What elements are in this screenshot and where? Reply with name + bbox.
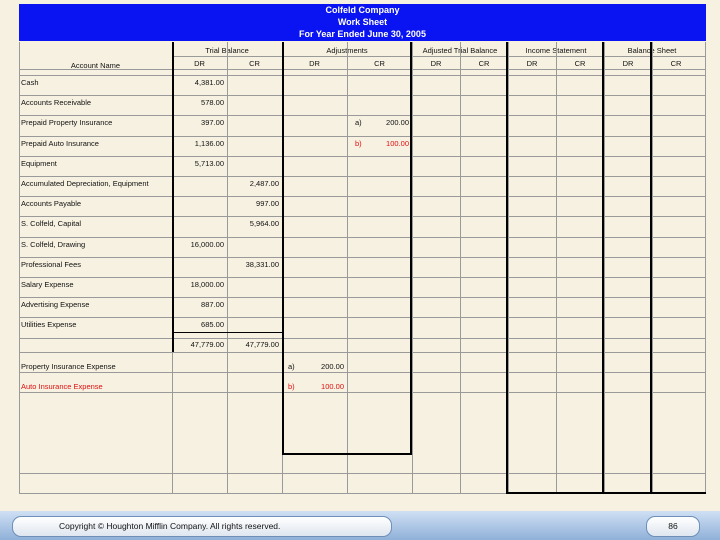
worksheet-grid: Account Name Trial Balance Adjustments A… xyxy=(19,42,706,494)
worksheet-period: For Year Ended June 30, 2005 xyxy=(299,29,426,39)
account-name: S. Colfeld, Drawing xyxy=(21,240,86,249)
adj-cr-label: b) xyxy=(355,139,362,148)
copyright-bar: Copyright © Houghton Mifflin Company. Al… xyxy=(12,516,392,537)
tb-cr-value: 5,964.00 xyxy=(249,219,279,228)
tb-dr-value: 16,000.00 xyxy=(190,240,224,249)
atb-dr-heading: DR xyxy=(430,59,442,68)
adj-entry-name-2: Auto Insurance Expense xyxy=(21,382,103,391)
adj-cr-heading: CR xyxy=(374,59,385,68)
bs-cr-heading: CR xyxy=(670,59,682,68)
tb-dr-value: 4,381.00 xyxy=(194,78,224,87)
column-line xyxy=(556,42,557,494)
adj-entry-dr-2: 100.00 xyxy=(321,382,344,391)
tb-dr-value: 5,713.00 xyxy=(194,159,224,168)
tb-dr-value: 887.00 xyxy=(201,300,224,309)
adj-cr-value: 100.00 xyxy=(386,139,409,148)
thick-rule xyxy=(282,453,412,455)
adj-dr-heading: DR xyxy=(309,59,320,68)
tb-dr-value: 578.00 xyxy=(201,98,224,107)
worksheet-title: Work Sheet xyxy=(337,17,388,27)
account-name: Salary Expense xyxy=(21,280,74,289)
adj-entry-dr-1: 200.00 xyxy=(321,362,344,371)
account-name: Cash xyxy=(21,78,39,87)
page-number: 86 xyxy=(646,516,700,537)
company-name: Colfeld Company xyxy=(325,5,400,15)
atb-cr-heading: CR xyxy=(478,59,490,68)
account-name: Advertising Expense xyxy=(21,300,90,309)
tb-dr-value: 685.00 xyxy=(201,320,224,329)
tb-cr-value: 2,487.00 xyxy=(249,179,279,188)
tb-dr-value: 397.00 xyxy=(201,118,224,127)
thick-rule xyxy=(508,492,706,494)
column-line xyxy=(508,42,509,494)
thick-rule xyxy=(602,42,604,494)
account-name: Prepaid Property Insurance xyxy=(21,118,113,127)
thick-rule xyxy=(650,42,652,494)
tb-dr-value: 1,136.00 xyxy=(194,139,224,148)
column-line xyxy=(705,42,706,494)
account-name: Accumulated Depreciation, Equipment xyxy=(21,179,149,188)
tb-cr-value: 997.00 xyxy=(256,199,279,208)
tb-cr-heading: CR xyxy=(249,59,260,68)
account-name: Accounts Receivable xyxy=(21,98,92,107)
tb-cr-value: 38,331.00 xyxy=(245,260,279,269)
account-name: Professional Fees xyxy=(21,260,82,269)
column-line xyxy=(460,42,461,494)
account-name: Accounts Payable xyxy=(21,199,82,208)
row-line xyxy=(172,56,706,57)
is-dr-heading: DR xyxy=(526,59,538,68)
column-line xyxy=(412,42,413,494)
thick-rule xyxy=(506,42,508,494)
tb-total-cr: 47,779.00 xyxy=(245,340,279,349)
adj-entry-name-1: Property Insurance Expense xyxy=(21,362,116,371)
account-name: S. Colfeld, Capital xyxy=(21,219,82,228)
column-line xyxy=(604,42,605,494)
account-name: Equipment xyxy=(21,159,57,168)
account-name: Utilities Expense xyxy=(21,320,77,329)
adj-cr-label: a) xyxy=(355,118,362,127)
column-line xyxy=(19,42,20,494)
adj-entry-label-1: a) xyxy=(288,362,295,371)
adj-cr-value: 200.00 xyxy=(386,118,409,127)
thick-rule xyxy=(172,42,174,352)
column-line xyxy=(652,42,653,494)
worksheet-header: Colfeld Company Work Sheet For Year Ende… xyxy=(19,4,706,41)
thick-rule xyxy=(172,332,282,333)
is-cr-heading: CR xyxy=(574,59,586,68)
tb-dr-heading: DR xyxy=(194,59,205,68)
tb-dr-value: 18,000.00 xyxy=(190,280,224,289)
column-line xyxy=(347,42,348,494)
thick-rule xyxy=(410,42,412,454)
thick-rule xyxy=(282,42,284,454)
account-name: Prepaid Auto Insurance xyxy=(21,139,99,148)
bs-dr-heading: DR xyxy=(622,59,634,68)
column-line xyxy=(227,42,228,494)
adj-entry-label-2: b) xyxy=(288,382,295,391)
tb-total-dr: 47,779.00 xyxy=(190,340,224,349)
